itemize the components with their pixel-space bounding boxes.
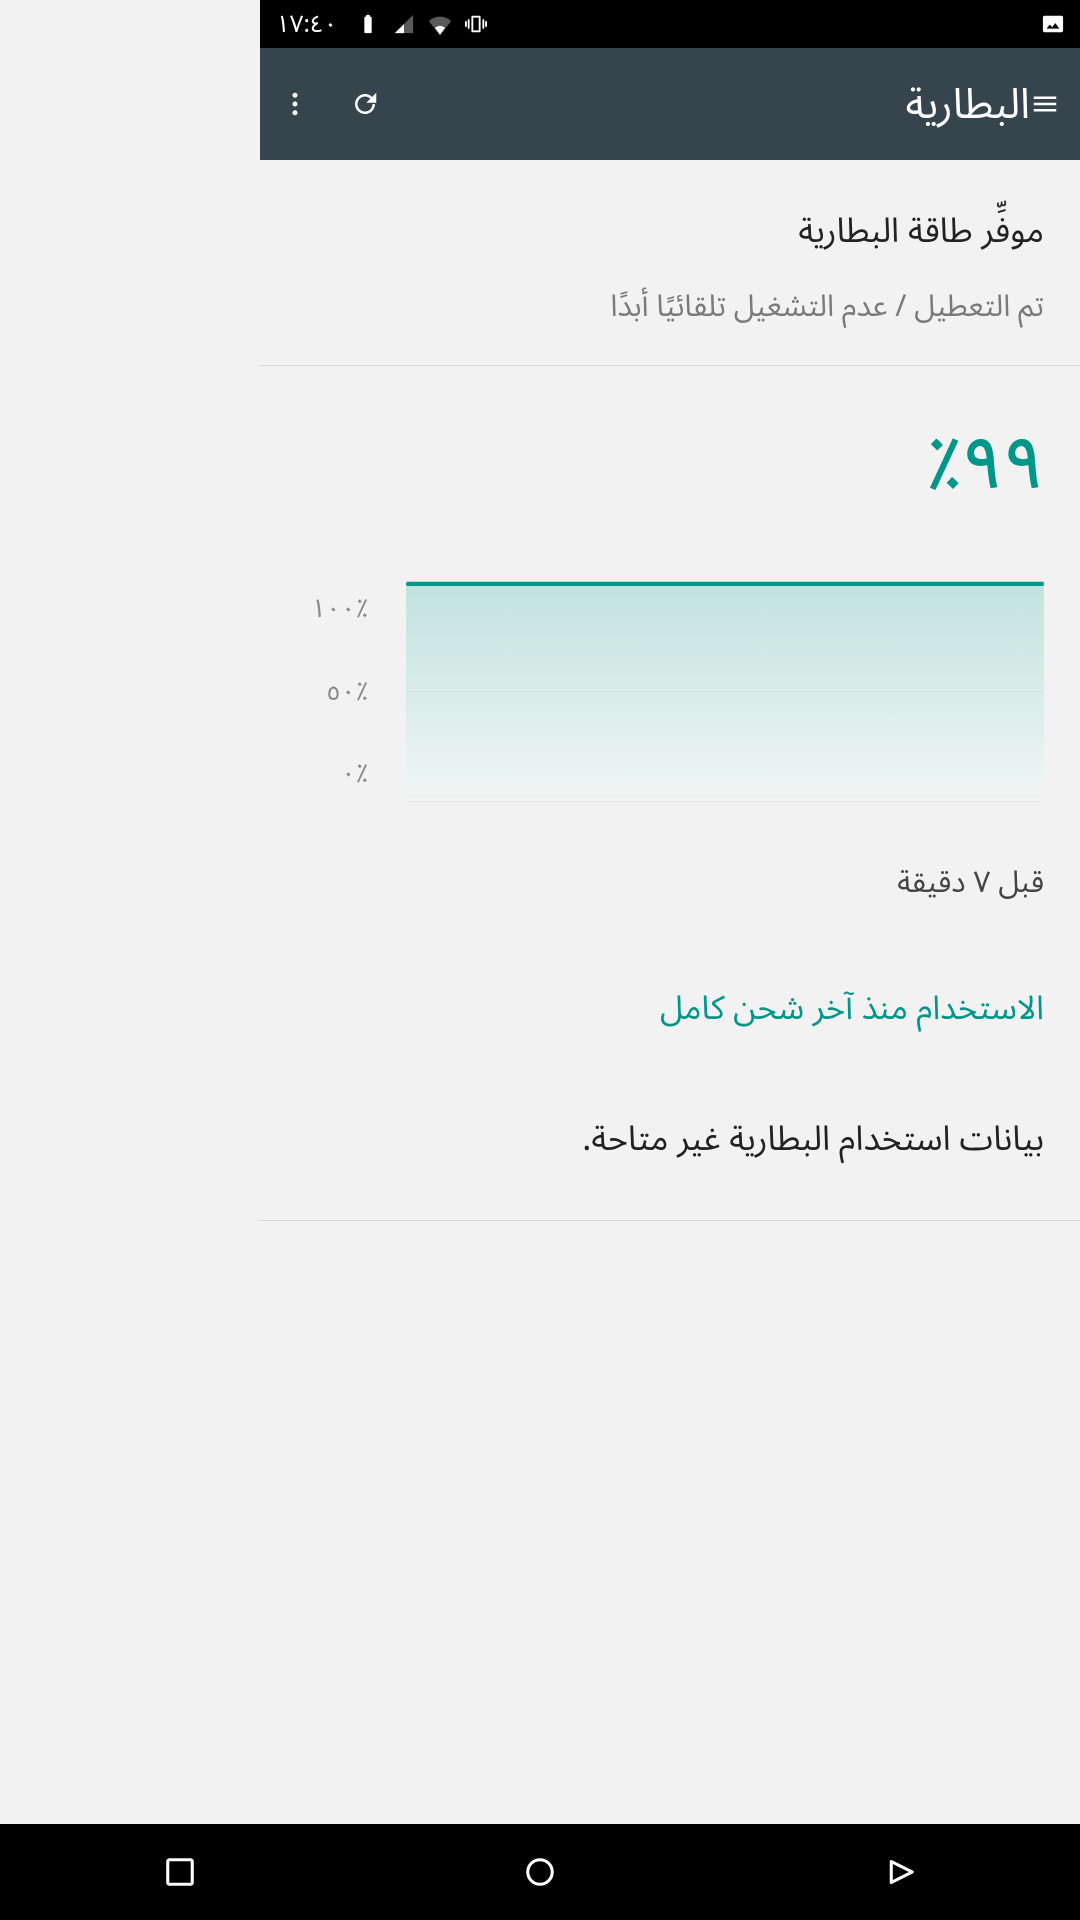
no-data-text: بيانات استخدام البطارية غير متاحة. (296, 1104, 1044, 1176)
chart-label-100: ١٠٠٪ (296, 582, 368, 637)
chart-label-50: ٥٠٪ (296, 665, 368, 720)
nav-drawer-icon[interactable] (1030, 89, 1060, 119)
battery-saver-row[interactable]: موفِّر طاقة البطارية تم التعطيل / عدم ال… (260, 170, 1080, 366)
app-bar: البطارية (260, 48, 1080, 160)
chart-label-0: ٠٪ (296, 747, 368, 802)
content-area: موفِّر طاقة البطارية تم التعطيل / عدم ال… (260, 160, 1080, 1221)
battery-saver-subtitle: تم التعطيل / عدم التشغيل تلقائيًا أبدًا (296, 276, 1044, 339)
usage-since-charge-link[interactable]: الاستخدام منذ آخر شحن كامل (296, 975, 1044, 1044)
status-right (1042, 13, 1064, 35)
picture-icon (1042, 13, 1064, 35)
battery-saver-title: موفِّر طاقة البطارية (296, 196, 1044, 268)
battery-icon (357, 13, 379, 35)
overflow-menu-icon[interactable] (280, 89, 310, 119)
chart-time-label: قبل ٧ دقيقة (296, 852, 1044, 915)
battery-chart[interactable]: ١٠٠٪ ٥٠٪ ٠٪ (296, 582, 1044, 842)
battery-percent: ٩٩٪ (296, 390, 1044, 542)
vibrate-icon (465, 13, 487, 35)
back-button[interactable] (879, 1851, 921, 1893)
cellular-icon (393, 13, 415, 35)
status-bar: ١٧:٤٠ (260, 0, 1080, 48)
battery-block: ٩٩٪ ١٠٠٪ ٥٠٪ ٠٪ قبل ٧ دقيقة الاستخدام من… (260, 366, 1080, 1221)
refresh-icon[interactable] (350, 89, 380, 119)
home-button[interactable] (519, 1851, 561, 1893)
chart-area (406, 582, 1044, 802)
wifi-icon (429, 13, 451, 35)
status-clock: ١٧:٤٠ (276, 0, 337, 50)
page-title: البطارية (906, 60, 1031, 149)
system-nav-bar (0, 1824, 1080, 1920)
recents-button[interactable] (159, 1851, 201, 1893)
chart-y-labels: ١٠٠٪ ٥٠٪ ٠٪ (296, 582, 376, 802)
status-left: ١٧:٤٠ (276, 0, 487, 50)
